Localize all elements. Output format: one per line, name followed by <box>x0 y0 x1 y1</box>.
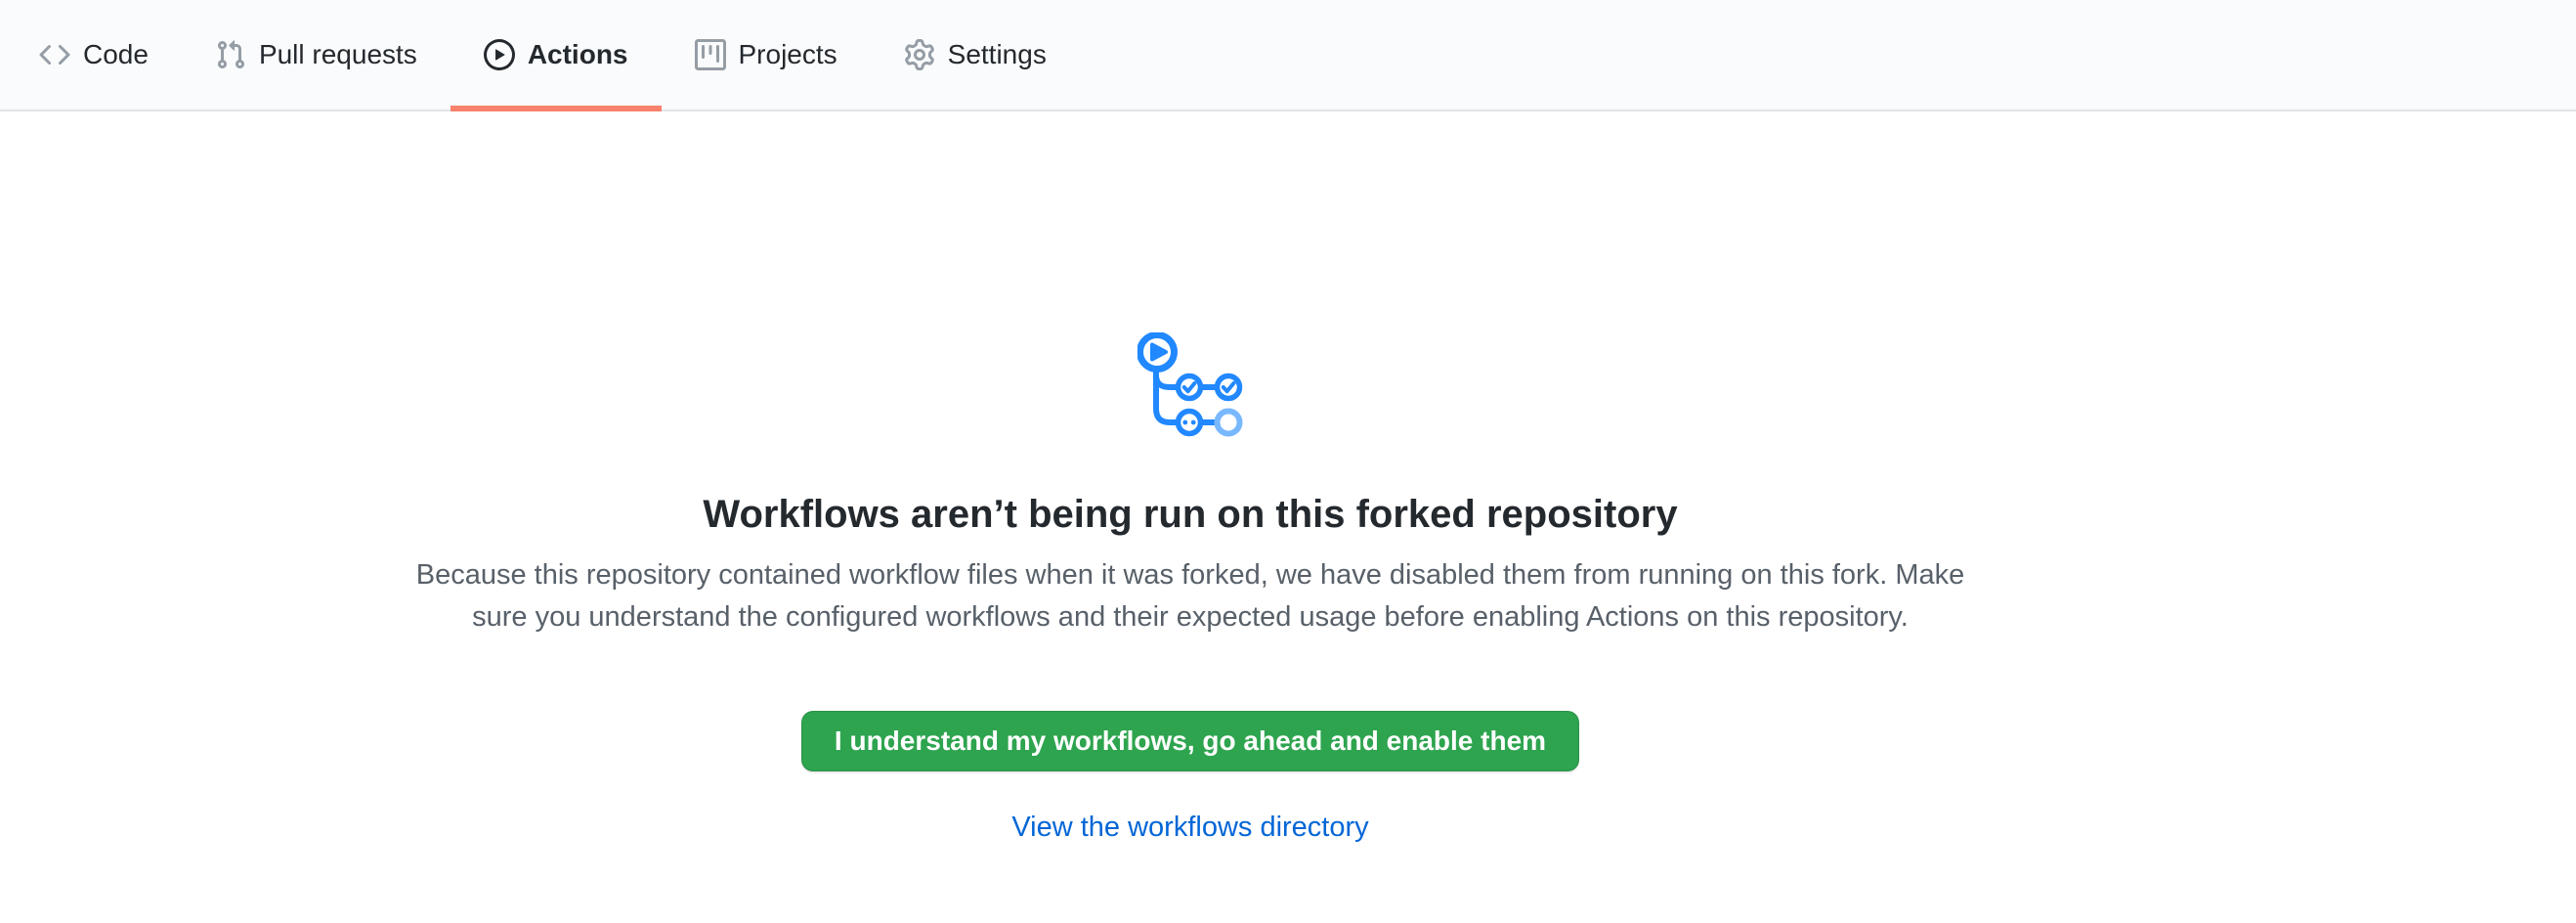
tab-actions[interactable]: Actions <box>451 0 662 110</box>
repo-tab-nav: Code Pull requests Actions Projects Sett… <box>0 0 2576 111</box>
tab-label: Settings <box>948 41 1047 68</box>
gear-icon <box>904 39 935 70</box>
description-line-2: sure you understand the configured workf… <box>416 596 1965 638</box>
blankslate-description: Because this repository contained workfl… <box>416 554 1965 638</box>
tab-label: Code <box>83 41 149 68</box>
git-pull-request-icon <box>215 39 246 70</box>
description-line-1: Because this repository contained workfl… <box>416 554 1965 596</box>
tab-pull-requests[interactable]: Pull requests <box>182 0 451 110</box>
tab-projects[interactable]: Projects <box>662 0 871 110</box>
actions-disabled-blankslate: Workflows aren’t being run on this forke… <box>0 111 2381 844</box>
view-workflows-directory-link[interactable]: View the workflows directory <box>1011 811 1368 844</box>
tab-label: Projects <box>739 41 837 68</box>
code-icon <box>39 39 70 70</box>
tab-settings[interactable]: Settings <box>871 0 1080 110</box>
blankslate-title: Workflows aren’t being run on this forke… <box>703 490 1677 539</box>
workflow-graph-icon <box>1138 332 1243 438</box>
tab-label: Actions <box>528 41 628 68</box>
project-board-icon <box>695 39 726 70</box>
tab-label: Pull requests <box>259 41 417 68</box>
play-circle-icon <box>484 39 515 70</box>
tab-code[interactable]: Code <box>6 0 182 110</box>
enable-workflows-button[interactable]: I understand my workflows, go ahead and … <box>801 711 1579 771</box>
